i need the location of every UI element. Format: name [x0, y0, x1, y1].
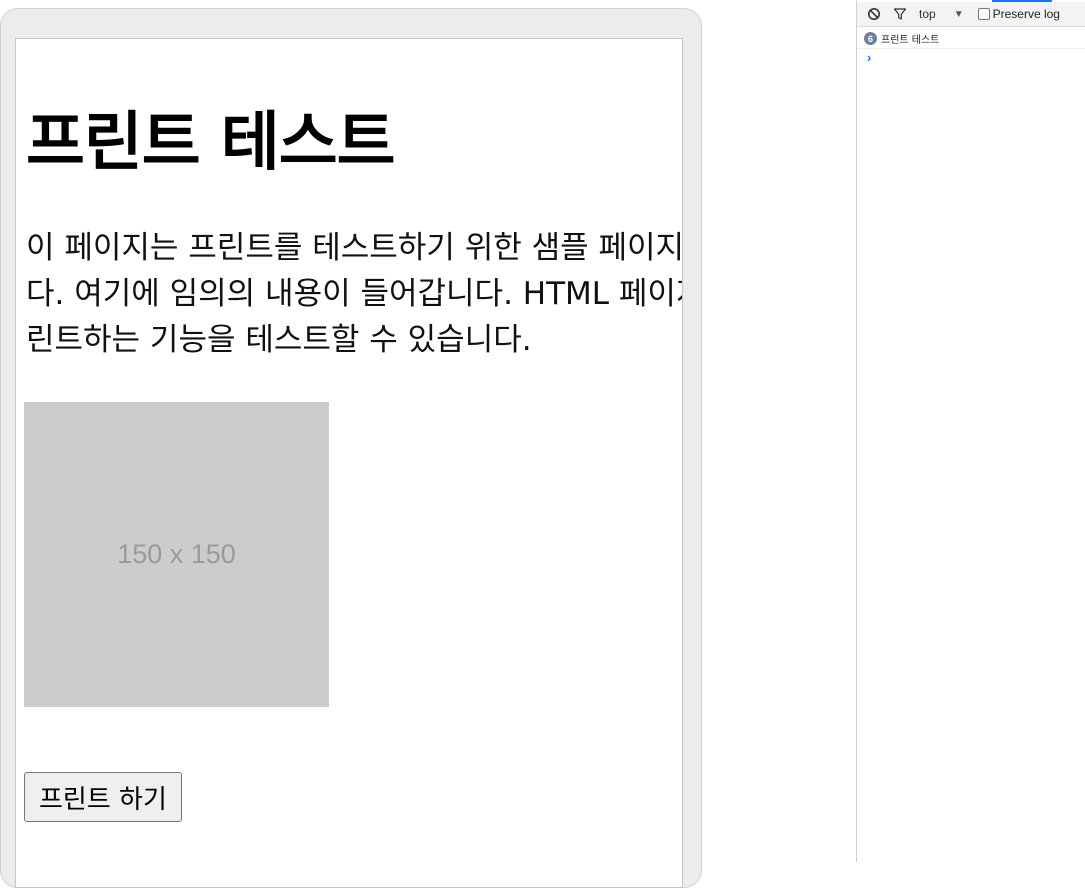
page-paragraph: 이 페이지는 프린트를 테스트하기 위한 샘플 페이지입니 다. 여기에 임의의…: [26, 225, 683, 363]
placeholder-image: 150 x 150: [24, 402, 329, 707]
devtools-console-panel: top ▼ Preserve log 6 프린트 테스트 ›: [856, 0, 1085, 862]
paragraph-line: 이 페이지는 프린트를 테스트하기 위한 샘플 페이지입니: [26, 230, 683, 266]
context-selector-value: top: [919, 7, 936, 21]
preserve-log-label: Preserve log: [992, 7, 1060, 21]
clear-console-icon[interactable]: [867, 7, 881, 21]
preserve-log-toggle[interactable]: Preserve log: [977, 7, 1060, 21]
dropdown-arrow-icon: ▼: [953, 8, 964, 20]
placeholder-image-label: 150 x 150: [117, 539, 236, 569]
console-toolbar: top ▼ Preserve log: [857, 2, 1085, 27]
print-button[interactable]: 프린트 하기: [24, 772, 182, 822]
filter-icon[interactable]: [893, 7, 907, 21]
console-message-text: 프린트 테스트: [881, 35, 940, 46]
console-message[interactable]: 6 프린트 테스트: [857, 29, 1085, 49]
prompt-icon[interactable]: ›: [867, 50, 871, 65]
device-frame: 프린트 테스트 이 페이지는 프린트를 테스트하기 위한 샘플 페이지입니 다.…: [0, 8, 702, 888]
paragraph-line: 린트하는 기능을 테스트할 수 있습니다.: [26, 322, 532, 358]
page-title: 프린트 테스트: [26, 106, 396, 180]
message-count-badge: 6: [864, 32, 877, 45]
page-viewport: 프린트 테스트 이 페이지는 프린트를 테스트하기 위한 샘플 페이지입니 다.…: [15, 38, 683, 888]
paragraph-line: 다. 여기에 임의의 내용이 들어갑니다. HTML 페이지를 프: [26, 276, 682, 312]
preserve-log-checkbox[interactable]: [977, 8, 990, 20]
context-selector[interactable]: top ▼: [919, 7, 964, 21]
